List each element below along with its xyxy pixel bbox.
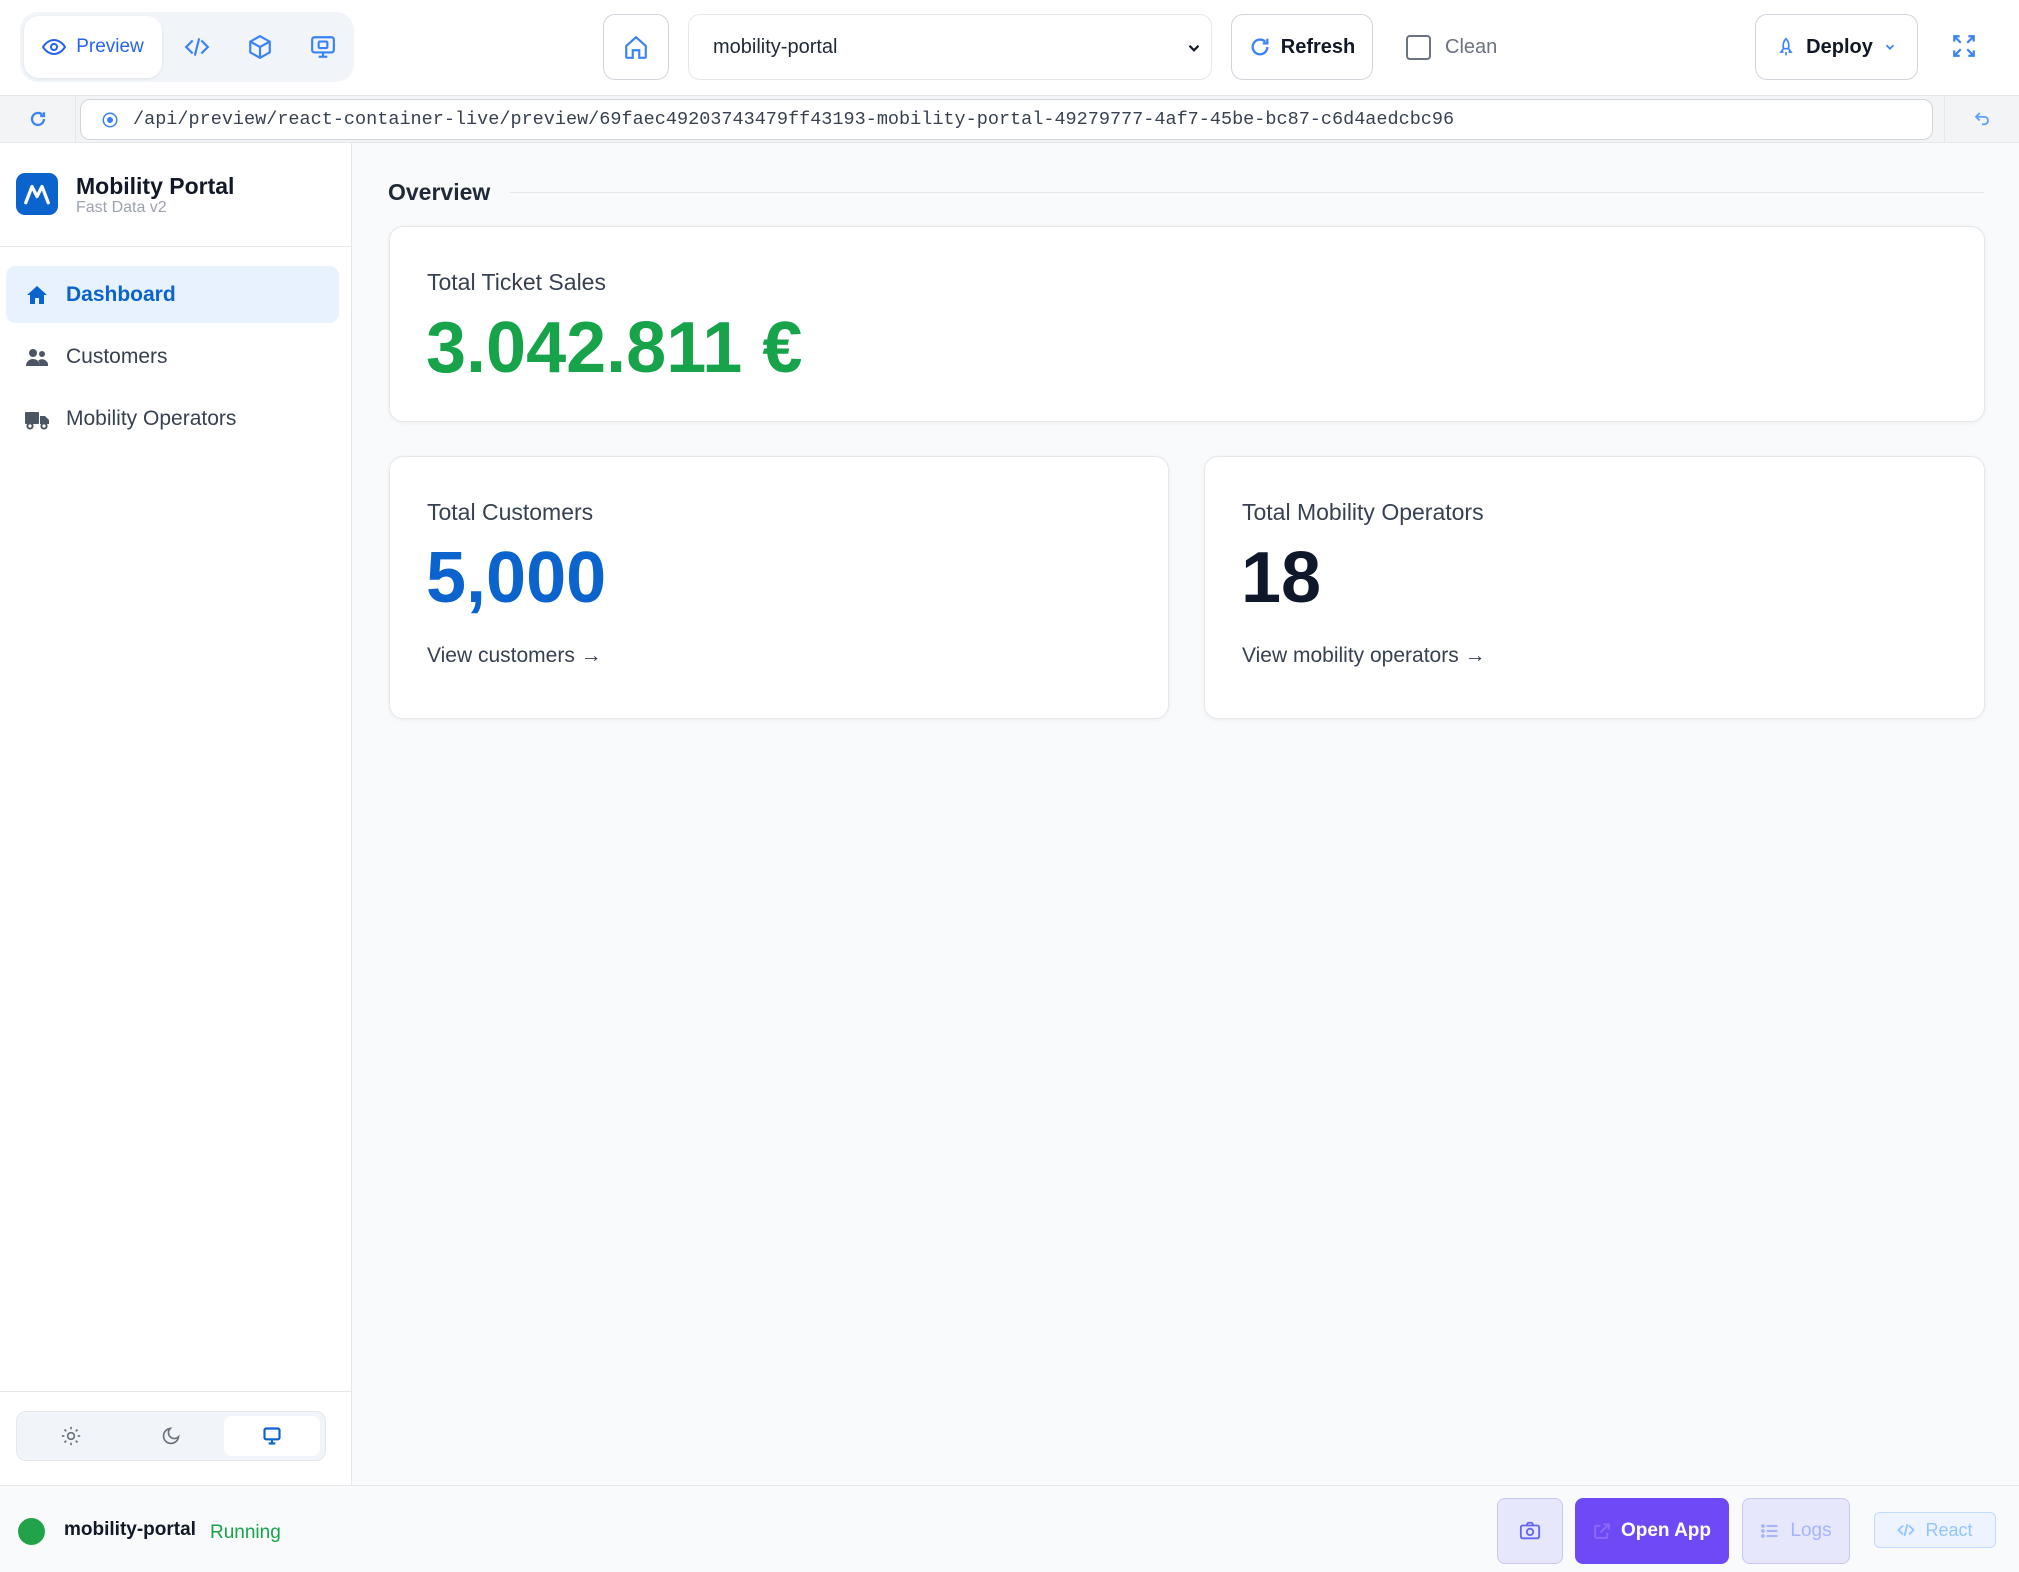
customers-label: Total Customers [427, 499, 594, 525]
cube-icon [247, 34, 273, 60]
code-icon [1897, 1521, 1916, 1539]
clean-option[interactable]: Clean [1406, 34, 1497, 60]
view-operators-link[interactable]: View mobility operators → [1242, 644, 1486, 668]
brand-title: Mobility Portal [76, 173, 235, 199]
home-icon [623, 34, 649, 60]
rocket-icon [1776, 36, 1796, 58]
list-icon [1760, 1521, 1780, 1541]
theme-switch [16, 1411, 326, 1461]
logs-label: Logs [1790, 1520, 1832, 1541]
brand-logo-icon [16, 173, 58, 215]
view-mode-switch: Preview [20, 12, 354, 82]
home-icon [24, 282, 50, 308]
open-app-label: Open App [1620, 1520, 1712, 1541]
brand-subtitle: Fast Data v2 [76, 199, 167, 216]
preview-mode-label: Preview [76, 36, 144, 57]
deploy-label: Deploy [1806, 35, 1873, 58]
sun-icon [61, 1426, 81, 1446]
top-toolbar: Preview mobility-portal Refresh Clean De… [0, 0, 2019, 96]
monitor-icon [310, 34, 336, 60]
app-name: mobility-portal [64, 1519, 196, 1540]
preview-mode-button[interactable]: Preview [24, 16, 162, 78]
refresh-label: Refresh [1280, 35, 1356, 58]
sidebar-item-mobility-operators[interactable]: Mobility Operators [6, 390, 339, 447]
clean-checkbox[interactable] [1406, 34, 1431, 60]
camera-icon [1519, 1520, 1541, 1542]
ticket-sales-value: 3.042.811 € [426, 308, 803, 388]
operators-card: Total Mobility Operators 18 View mobilit… [1204, 456, 1985, 719]
home-button[interactable] [603, 14, 669, 80]
project-select[interactable]: mobility-portal [688, 14, 1212, 80]
app-status: Running [210, 1522, 281, 1543]
deploy-button[interactable]: Deploy [1755, 14, 1918, 80]
target-icon [101, 111, 119, 129]
section-divider [510, 192, 1984, 193]
sidebar-item-label: Customers [66, 344, 168, 368]
sidebar-divider [0, 246, 351, 247]
cube-mode-button[interactable] [239, 26, 281, 68]
refresh-icon [1249, 36, 1271, 58]
ticket-sales-label: Total Ticket Sales [427, 269, 606, 295]
section-title: Overview [388, 179, 491, 205]
react-label: React [1925, 1519, 1973, 1540]
code-icon [184, 34, 210, 60]
overview-header: Overview [388, 179, 1988, 209]
truck-icon [24, 406, 50, 432]
monitor-mode-button[interactable] [302, 26, 344, 68]
chevron-down-icon [1883, 40, 1897, 54]
moon-icon [161, 1426, 181, 1446]
sidebar-item-customers[interactable]: Customers [6, 328, 339, 385]
code-mode-button[interactable] [176, 26, 218, 68]
clean-label: Clean [1445, 35, 1498, 58]
sidebar: Mobility Portal Fast Data v2 Dashboard C… [0, 143, 352, 1485]
screenshot-button[interactable] [1497, 1498, 1563, 1564]
users-icon [24, 344, 50, 370]
theme-dark-button[interactable] [123, 1416, 219, 1456]
theme-divider [0, 1391, 351, 1392]
brand: Mobility Portal Fast Data v2 [16, 173, 336, 219]
project-select-value: mobility-portal [713, 35, 838, 58]
theme-light-button[interactable] [23, 1416, 119, 1456]
sidebar-item-label: Dashboard [66, 282, 176, 306]
expand-icon [1951, 33, 1977, 59]
main-content: Overview Total Ticket Sales 3.042.811 € … [352, 143, 2019, 1485]
sidebar-item-dashboard[interactable]: Dashboard [6, 266, 339, 323]
operators-value: 18 [1241, 538, 1322, 618]
refresh-button[interactable]: Refresh [1231, 14, 1373, 80]
monitor-icon [262, 1426, 282, 1446]
sidebar-item-label: Mobility Operators [66, 406, 237, 430]
customers-value: 5,000 [426, 538, 607, 618]
address-bar: /api/preview/react-container-live/previe… [0, 96, 2019, 143]
fullscreen-button[interactable] [1944, 26, 1984, 66]
ticket-sales-card: Total Ticket Sales 3.042.811 € [389, 226, 1985, 422]
view-customers-link[interactable]: View customers → [427, 644, 602, 668]
status-bar: mobility-portal Running Open App Logs Re… [0, 1485, 2019, 1572]
react-badge[interactable]: React [1874, 1512, 1996, 1548]
status-indicator [18, 1518, 45, 1545]
open-external-button[interactable] [1944, 96, 2019, 142]
theme-system-button[interactable] [224, 1416, 320, 1456]
url-text: /api/preview/react-container-live/previe… [133, 109, 1455, 130]
open-app-button[interactable]: Open App [1575, 1498, 1729, 1564]
operators-label: Total Mobility Operators [1242, 499, 1484, 525]
url-field[interactable]: /api/preview/react-container-live/previe… [80, 99, 1933, 140]
chevron-down-icon [1185, 39, 1203, 57]
return-icon [1973, 110, 1991, 128]
reload-icon [29, 110, 47, 128]
customers-card: Total Customers 5,000 View customers → [389, 456, 1169, 719]
reload-button[interactable] [0, 96, 76, 142]
external-link-icon [1593, 1522, 1611, 1540]
logs-button[interactable]: Logs [1742, 1498, 1850, 1564]
eye-icon [42, 35, 67, 59]
